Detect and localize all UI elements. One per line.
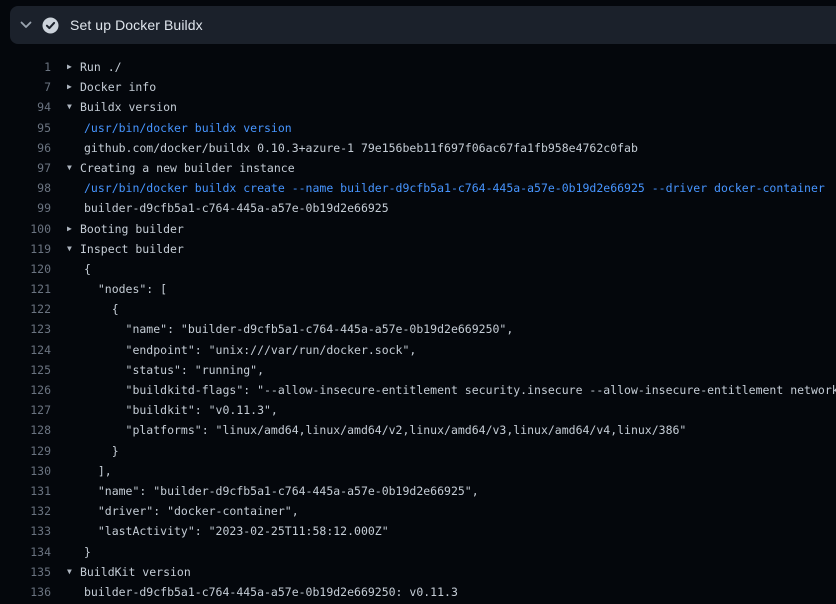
log-text: builder-d9cfb5a1-c764-445a-a57e-0b19d2e6… (84, 582, 458, 602)
step-header[interactable]: Set up Docker Buildx (10, 6, 836, 44)
log-text: "buildkit": "v0.11.3", (84, 400, 278, 420)
log-text: { (84, 299, 119, 319)
log-text: "status": "running", (84, 360, 264, 380)
log-row: 120 { (0, 259, 836, 279)
line-number[interactable]: 100 (0, 219, 51, 239)
chevron-down-icon[interactable]: ▼ (67, 97, 80, 117)
group-label: Buildx version (80, 97, 177, 117)
line-number[interactable]: 99 (0, 198, 51, 218)
line-number[interactable]: 127 (0, 400, 51, 420)
log-group-row[interactable]: 7 ▶Docker info (0, 77, 836, 97)
line-number[interactable]: 95 (0, 118, 51, 138)
line-number[interactable]: 134 (0, 542, 51, 562)
line-number[interactable]: 122 (0, 299, 51, 319)
log-row: 98/usr/bin/docker buildx create --name b… (0, 178, 836, 198)
command-text: /usr/bin/docker buildx version (84, 118, 292, 138)
line-number[interactable]: 121 (0, 279, 51, 299)
log-text: ], (84, 461, 112, 481)
log-group-row[interactable]: 97 ▼Creating a new builder instance (0, 158, 836, 178)
log-group-row[interactable]: 94 ▼Buildx version (0, 97, 836, 117)
log-text: "name": "builder-d9cfb5a1-c764-445a-a57e… (84, 319, 513, 339)
log-text: } (84, 542, 91, 562)
chevron-right-icon[interactable]: ▶ (67, 219, 80, 239)
log-text: "name": "builder-d9cfb5a1-c764-445a-a57e… (84, 481, 479, 501)
command-text: /usr/bin/docker buildx create --name bui… (84, 178, 825, 198)
log-row: 132 "driver": "docker-container", (0, 501, 836, 521)
chevron-right-icon[interactable]: ▶ (67, 77, 80, 97)
log-row: 130 ], (0, 461, 836, 481)
log-text: { (84, 259, 91, 279)
chevron-down-icon[interactable] (19, 18, 33, 32)
line-number[interactable]: 119 (0, 239, 51, 259)
log-row: 123 "name": "builder-d9cfb5a1-c764-445a-… (0, 319, 836, 339)
log-row: 126 "buildkitd-flags": "--allow-insecure… (0, 380, 836, 400)
line-number[interactable]: 131 (0, 481, 51, 501)
log-text: "buildkitd-flags": "--allow-insecure-ent… (84, 380, 836, 400)
line-number[interactable]: 125 (0, 360, 51, 380)
log-text: builder-d9cfb5a1-c764-445a-a57e-0b19d2e6… (84, 198, 389, 218)
log-row: 121 "nodes": [ (0, 279, 836, 299)
log-row: 127 "buildkit": "v0.11.3", (0, 400, 836, 420)
line-number[interactable]: 120 (0, 259, 51, 279)
line-number[interactable]: 97 (0, 158, 51, 178)
group-label: Run ./ (80, 57, 122, 77)
line-number[interactable]: 130 (0, 461, 51, 481)
line-number[interactable]: 136 (0, 582, 51, 602)
log-row: 136 builder-d9cfb5a1-c764-445a-a57e-0b19d… (0, 582, 836, 602)
line-number[interactable]: 135 (0, 562, 51, 582)
line-number[interactable]: 94 (0, 97, 51, 117)
log-row: 99 builder-d9cfb5a1-c764-445a-a57e-0b19d2… (0, 198, 836, 218)
log-group-row[interactable]: 135 ▼BuildKit version (0, 562, 836, 582)
log-text: } (84, 441, 119, 461)
group-label: BuildKit version (80, 562, 191, 582)
line-number[interactable]: 98 (0, 178, 51, 198)
log-text: "driver": "docker-container", (84, 501, 299, 521)
log-row: 124 "endpoint": "unix:///var/run/docker.… (0, 340, 836, 360)
log-row: 128 "platforms": "linux/amd64,linux/amd6… (0, 420, 836, 440)
log-output: 1▶Run ./7▶Docker info94▼Buildx version95… (0, 50, 836, 604)
log-group-row[interactable]: 100 ▶Booting builder (0, 219, 836, 239)
log-text: github.com/docker/buildx 0.10.3+azure-1 … (84, 138, 638, 158)
log-text: "nodes": [ (84, 279, 167, 299)
log-row: 129 } (0, 441, 836, 461)
log-row: 122 { (0, 299, 836, 319)
log-text: "endpoint": "unix:///var/run/docker.sock… (84, 340, 416, 360)
chevron-right-icon[interactable]: ▶ (67, 57, 80, 77)
line-number[interactable]: 1 (0, 57, 51, 77)
log-row: 133 "lastActivity": "2023-02-25T11:58:12… (0, 521, 836, 541)
line-number[interactable]: 129 (0, 441, 51, 461)
chevron-down-icon[interactable]: ▼ (67, 158, 80, 178)
log-group-row[interactable]: 1 ▶Run ./ (0, 57, 836, 77)
chevron-down-icon[interactable]: ▼ (67, 239, 80, 259)
line-number[interactable]: 133 (0, 521, 51, 541)
step-title: Set up Docker Buildx (70, 17, 203, 33)
log-text: "lastActivity": "2023-02-25T11:58:12.000… (84, 521, 389, 541)
line-number[interactable]: 128 (0, 420, 51, 440)
chevron-down-icon[interactable]: ▼ (67, 562, 80, 582)
log-row: 95/usr/bin/docker buildx version (0, 118, 836, 138)
log-row: 131 "name": "builder-d9cfb5a1-c764-445a-… (0, 481, 836, 501)
line-number[interactable]: 126 (0, 380, 51, 400)
log-group-row[interactable]: 119 ▼Inspect builder (0, 239, 836, 259)
line-number[interactable]: 7 (0, 77, 51, 97)
line-number[interactable]: 96 (0, 138, 51, 158)
log-text: "platforms": "linux/amd64,linux/amd64/v2… (84, 420, 686, 440)
group-label: Booting builder (80, 219, 184, 239)
line-number[interactable]: 132 (0, 501, 51, 521)
log-row: 125 "status": "running", (0, 360, 836, 380)
group-label: Creating a new builder instance (80, 158, 295, 178)
status-success-icon (42, 17, 59, 34)
line-number[interactable]: 124 (0, 340, 51, 360)
log-row: 134} (0, 542, 836, 562)
group-label: Docker info (80, 77, 156, 97)
line-number[interactable]: 123 (0, 319, 51, 339)
group-label: Inspect builder (80, 239, 184, 259)
log-row: 96 github.com/docker/buildx 0.10.3+azure-… (0, 138, 836, 158)
